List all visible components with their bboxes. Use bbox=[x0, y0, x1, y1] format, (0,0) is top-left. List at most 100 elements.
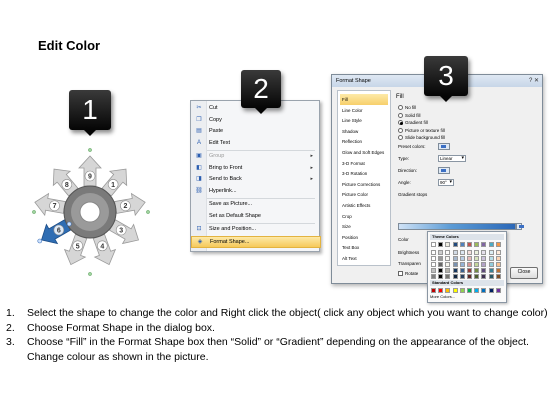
color-swatch[interactable] bbox=[467, 262, 472, 267]
color-picker-popup[interactable]: Theme Colors Standard Colors More Colors… bbox=[427, 231, 507, 303]
color-swatch[interactable] bbox=[438, 256, 444, 261]
add-stop-button[interactable] bbox=[516, 223, 524, 230]
color-swatch[interactable] bbox=[438, 274, 444, 279]
color-swatch[interactable] bbox=[445, 268, 451, 273]
resize-handle[interactable] bbox=[88, 148, 92, 152]
color-swatch[interactable] bbox=[452, 242, 458, 247]
color-swatch[interactable] bbox=[438, 268, 444, 273]
menu-item-format-shape[interactable]: ◈ Format Shape... bbox=[191, 235, 321, 248]
color-swatch[interactable] bbox=[488, 256, 494, 261]
color-swatch[interactable] bbox=[481, 262, 487, 267]
category-item[interactable]: Position bbox=[340, 232, 388, 243]
category-item[interactable]: Glow and Soft Edges bbox=[340, 147, 388, 158]
menu-item-paste[interactable]: ▤ Paste bbox=[191, 126, 319, 137]
color-swatch[interactable] bbox=[467, 242, 472, 247]
color-swatch[interactable] bbox=[445, 262, 451, 267]
color-swatch[interactable] bbox=[431, 274, 436, 279]
angle-input[interactable]: 90° bbox=[438, 179, 454, 186]
preset-colors-button[interactable] bbox=[438, 143, 450, 150]
color-swatch[interactable] bbox=[495, 242, 501, 247]
category-item[interactable]: Text Box bbox=[340, 242, 388, 253]
category-item[interactable]: 3-D Format bbox=[340, 158, 388, 169]
category-item[interactable]: Shadow bbox=[340, 126, 388, 137]
color-swatch[interactable] bbox=[452, 274, 458, 279]
gradient-stops-bar[interactable] bbox=[398, 223, 516, 230]
color-swatch[interactable] bbox=[481, 250, 487, 255]
resize-handle[interactable] bbox=[88, 272, 92, 276]
color-swatch[interactable] bbox=[438, 242, 444, 247]
color-swatch[interactable] bbox=[474, 262, 480, 267]
category-item[interactable]: Artistic Effects bbox=[340, 200, 388, 211]
category-item[interactable]: Picture Corrections bbox=[340, 179, 388, 190]
color-swatch[interactable] bbox=[488, 274, 494, 279]
menu-item-edit-text[interactable]: A Edit Text bbox=[191, 138, 319, 149]
color-swatch[interactable] bbox=[488, 250, 494, 255]
category-item[interactable]: Picture Color bbox=[340, 189, 388, 200]
category-item[interactable]: Fill bbox=[340, 94, 388, 105]
color-swatch[interactable] bbox=[459, 256, 465, 261]
color-swatch[interactable] bbox=[459, 262, 465, 267]
context-menu[interactable]: ✂ Cut ❐ Copy ▤ Paste A Edit Text ▣ Group ▸ ◧ Bring t… bbox=[190, 100, 321, 252]
more-colors-link[interactable]: More Colors... bbox=[430, 294, 455, 300]
color-swatch[interactable] bbox=[459, 242, 465, 247]
close-button[interactable]: Close bbox=[510, 267, 538, 279]
rotate-checkbox[interactable] bbox=[398, 271, 403, 276]
color-swatch[interactable] bbox=[467, 250, 472, 255]
fill-option-radio[interactable] bbox=[398, 120, 403, 125]
color-swatch[interactable] bbox=[445, 250, 451, 255]
color-swatch[interactable] bbox=[488, 262, 494, 267]
color-swatch[interactable] bbox=[431, 242, 436, 247]
color-swatch[interactable] bbox=[474, 268, 480, 273]
color-swatch[interactable] bbox=[459, 268, 465, 273]
color-swatch[interactable] bbox=[445, 256, 451, 261]
category-item[interactable]: 3-D Rotation bbox=[340, 168, 388, 179]
color-swatch[interactable] bbox=[495, 256, 501, 261]
menu-item-set-as-default-shape[interactable]: Set as Default Shape bbox=[191, 211, 319, 222]
color-swatch[interactable] bbox=[431, 262, 436, 267]
color-swatch[interactable] bbox=[474, 274, 480, 279]
color-swatch[interactable] bbox=[431, 250, 436, 255]
color-swatch[interactable] bbox=[431, 268, 436, 273]
color-swatch[interactable] bbox=[481, 268, 487, 273]
color-swatch[interactable] bbox=[467, 274, 472, 279]
menu-item-bring-to-front[interactable]: ◧ Bring to Front ▸ bbox=[191, 163, 319, 174]
dialog-window-controls[interactable]: ? ✕ bbox=[529, 77, 539, 85]
color-swatch[interactable] bbox=[495, 250, 501, 255]
color-swatch[interactable] bbox=[488, 288, 494, 293]
color-swatch[interactable] bbox=[452, 256, 458, 261]
color-swatch[interactable] bbox=[474, 288, 480, 293]
color-swatch[interactable] bbox=[431, 256, 436, 261]
color-swatch[interactable] bbox=[438, 288, 444, 293]
category-item[interactable]: Line Style bbox=[340, 115, 388, 126]
cycle-diagram[interactable]: 9 1 2 3 4 5 6 7 8 bbox=[30, 148, 160, 276]
color-swatch[interactable] bbox=[452, 288, 458, 293]
category-list[interactable]: Fill Line Color Line Style Shadow Reflection… bbox=[337, 90, 391, 266]
color-swatch[interactable] bbox=[481, 256, 487, 261]
color-swatch[interactable] bbox=[445, 288, 451, 293]
color-swatch[interactable] bbox=[474, 250, 480, 255]
color-swatch[interactable] bbox=[474, 256, 480, 261]
fill-option-radio[interactable] bbox=[398, 112, 403, 118]
fill-option-radio[interactable] bbox=[398, 135, 403, 140]
selection-handle[interactable] bbox=[37, 238, 43, 244]
type-select[interactable]: Linear bbox=[438, 155, 466, 162]
color-swatch[interactable] bbox=[474, 242, 480, 247]
color-swatch[interactable] bbox=[481, 288, 487, 293]
category-item[interactable]: Size bbox=[340, 221, 388, 232]
color-swatch[interactable] bbox=[459, 250, 465, 255]
menu-item-size-and-position[interactable]: ⊡ Size and Position... bbox=[191, 224, 319, 235]
color-swatch[interactable] bbox=[459, 288, 465, 293]
color-swatch[interactable] bbox=[467, 256, 472, 261]
category-item[interactable]: Crop bbox=[340, 211, 388, 222]
category-item[interactable]: Reflection bbox=[340, 136, 388, 147]
color-swatch[interactable] bbox=[459, 274, 465, 279]
color-swatch[interactable] bbox=[481, 274, 487, 279]
color-swatch[interactable] bbox=[488, 242, 494, 247]
menu-item-group[interactable]: ▣ Group ▸ bbox=[191, 151, 319, 162]
color-swatch[interactable] bbox=[467, 288, 472, 293]
color-swatch[interactable] bbox=[445, 242, 451, 247]
color-swatch[interactable] bbox=[452, 262, 458, 267]
color-swatch[interactable] bbox=[467, 268, 472, 273]
color-swatch[interactable] bbox=[438, 262, 444, 267]
menu-item-send-to-back[interactable]: ◨ Send to Back ▸ bbox=[191, 174, 319, 185]
